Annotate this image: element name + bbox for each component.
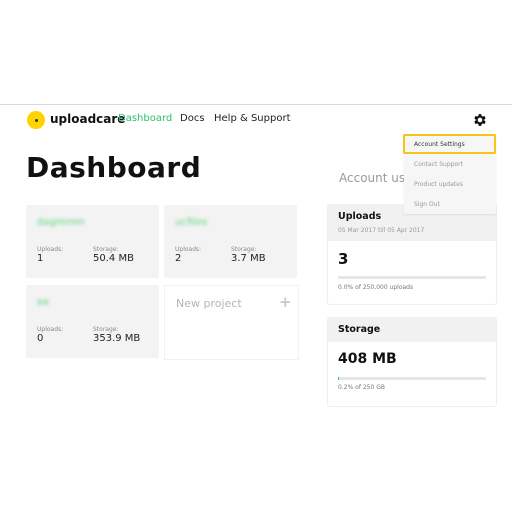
- brand-name[interactable]: uploadcare: [50, 112, 125, 126]
- storage-label: Storage:: [93, 246, 119, 253]
- storage-label: Storage:: [231, 246, 257, 253]
- storage-caption: 0.2% of 250 GB: [338, 384, 385, 391]
- uploads-label: Uploads:: [37, 326, 64, 333]
- uploads-label: Uploads:: [37, 246, 64, 253]
- project-card[interactable]: ucfiles Uploads: 2 Storage: 3.7 MB: [164, 205, 297, 278]
- storage-panel: Storage 408 MB 0.2% of 250 GB: [328, 318, 496, 406]
- page-title: Dashboard: [26, 151, 202, 184]
- storage-panel-title: Storage: [338, 324, 381, 335]
- top-nav: uploadcare Dashboard Docs Help & Support: [0, 105, 512, 135]
- uploads-caption: 0.0% of 250,000 uploads: [338, 284, 414, 291]
- uploads-count: 3: [338, 250, 349, 268]
- uploads-panel-title: Uploads: [338, 211, 382, 222]
- storage-label: Storage:: [93, 326, 119, 333]
- menu-item-contact-support[interactable]: Contact Support: [414, 161, 463, 168]
- storage-value: 3.7 MB: [231, 253, 266, 264]
- plus-icon[interactable]: +: [279, 293, 292, 311]
- new-project-card[interactable]: New project +: [164, 285, 299, 360]
- storage-progress-bar: [338, 377, 486, 380]
- uploadcare-logo-icon[interactable]: [27, 111, 45, 129]
- menu-item-product-updates[interactable]: Product updates: [414, 181, 463, 188]
- storage-panel-header: Storage: [328, 318, 496, 342]
- nav-link-dashboard[interactable]: Dashboard: [118, 113, 172, 124]
- project-name[interactable]: ucfiles: [175, 217, 207, 228]
- uploads-panel: Uploads 05 Mar 2017 till 05 Apr 2017 3 0…: [328, 205, 496, 304]
- menu-item-sign-out[interactable]: Sign Out: [414, 201, 440, 208]
- selection-highlight: [403, 134, 496, 154]
- uploads-value: 1: [37, 253, 44, 264]
- nav-link-help-support[interactable]: Help & Support: [214, 113, 290, 124]
- uploads-value: 2: [175, 253, 182, 264]
- storage-value: 50.4 MB: [93, 253, 134, 264]
- account-usage-title: Account usa: [339, 171, 413, 185]
- project-name[interactable]: dagmmm: [37, 217, 85, 228]
- uploads-value: 0: [37, 333, 44, 344]
- uploads-period: 05 Mar 2017 till 05 Apr 2017: [338, 227, 425, 234]
- uploads-progress-bar: [338, 276, 486, 279]
- storage-amount: 408 MB: [338, 351, 397, 367]
- project-card[interactable]: dagmmm Uploads: 1 Storage: 50.4 MB: [26, 205, 159, 278]
- gear-icon[interactable]: [472, 112, 488, 128]
- uploads-label: Uploads:: [175, 246, 202, 253]
- new-project-label[interactable]: New project: [176, 297, 242, 310]
- storage-value: 353.9 MB: [93, 333, 141, 344]
- project-card[interactable]: ee Uploads: 0 Storage: 353.9 MB: [26, 285, 159, 358]
- nav-link-docs[interactable]: Docs: [180, 113, 205, 124]
- project-name[interactable]: ee: [37, 297, 49, 308]
